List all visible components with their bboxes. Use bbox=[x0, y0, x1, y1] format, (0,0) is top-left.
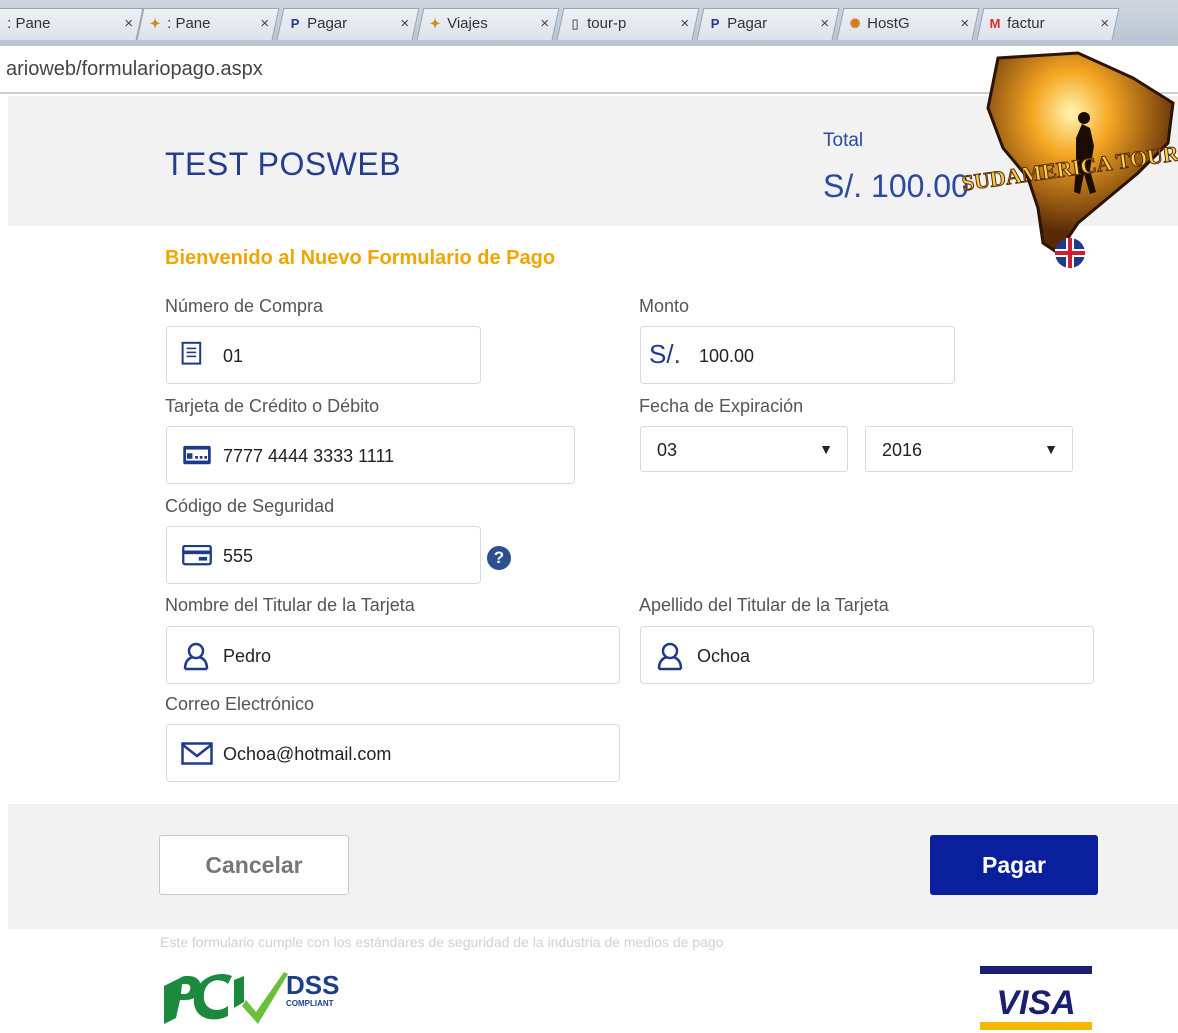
purchase-number-value: 01 bbox=[223, 346, 244, 366]
security-code-label: Código de Seguridad bbox=[165, 496, 335, 516]
tab-close-icon[interactable]: × bbox=[820, 15, 829, 32]
puzzle-icon: ✦ bbox=[429, 15, 441, 31]
tab-title: Pagar bbox=[727, 15, 768, 32]
tab-close-icon[interactable]: × bbox=[124, 15, 133, 32]
paypal-icon: P bbox=[290, 16, 300, 31]
total-value: S/. 100.00 bbox=[823, 168, 969, 204]
chevron-down-icon: ▼ bbox=[819, 441, 833, 457]
tab-title: : Pane bbox=[167, 15, 211, 32]
expiration-month-value: 03 bbox=[657, 440, 678, 460]
expiration-year-value: 2016 bbox=[882, 440, 923, 460]
welcome-heading: Bienvenido al Nuevo Formulario de Pago bbox=[165, 247, 556, 269]
card-number-value: 7777 4444 3333 1111 bbox=[223, 446, 395, 466]
puzzle-icon: ✦ bbox=[149, 15, 161, 31]
purchase-number-field[interactable]: 01 bbox=[166, 326, 481, 384]
browser-tab[interactable]: P Pagar × bbox=[276, 8, 420, 40]
help-icon[interactable]: ? bbox=[487, 546, 511, 570]
tab-close-icon[interactable]: × bbox=[400, 15, 409, 32]
user-icon bbox=[183, 642, 209, 671]
last-name-value: Ochoa bbox=[697, 646, 751, 666]
tab-close-icon[interactable]: × bbox=[1100, 15, 1109, 32]
uk-flag-icon[interactable] bbox=[1055, 238, 1085, 268]
email-label: Correo Electrónico bbox=[165, 694, 315, 714]
first-name-label: Nombre del Titular de la Tarjeta bbox=[165, 595, 415, 615]
card-cvv-icon bbox=[182, 545, 212, 566]
tab-title: tour-p bbox=[587, 15, 627, 32]
amount-value: 100.00 bbox=[699, 346, 755, 366]
panel-icon bbox=[0, 16, 3, 32]
envelope-icon bbox=[181, 742, 213, 765]
tab-close-icon[interactable]: × bbox=[680, 15, 689, 32]
document-list-icon bbox=[181, 341, 202, 365]
pci-dss-logo: DSS COMPLIANT bbox=[164, 970, 339, 1024]
expiration-month-select[interactable]: 03 ▼ bbox=[640, 426, 848, 472]
tab-close-icon[interactable]: × bbox=[260, 15, 269, 32]
tab-close-icon[interactable]: × bbox=[540, 15, 549, 32]
tab-title: Pagar bbox=[307, 15, 348, 32]
gmail-icon: M bbox=[989, 16, 1001, 31]
hostgator-icon: ✺ bbox=[849, 15, 861, 31]
browser-tab[interactable]: ✦ Viajes × bbox=[416, 8, 560, 40]
page-icon: ▯ bbox=[571, 15, 579, 31]
tab-title: Viajes bbox=[447, 15, 488, 32]
compliance-text: Este formulario cumple con los estándare… bbox=[160, 934, 724, 950]
last-name-field[interactable]: Ochoa bbox=[640, 626, 1094, 684]
browser-tab[interactable]: P Pagar × bbox=[696, 8, 840, 40]
email-value: Ochoa@hotmail.com bbox=[223, 744, 392, 764]
tab-close-icon[interactable]: × bbox=[960, 15, 969, 32]
chevron-down-icon: ▼ bbox=[1044, 441, 1058, 457]
last-name-label: Apellido del Titular de la Tarjeta bbox=[639, 595, 889, 615]
first-name-field[interactable]: Pedro bbox=[166, 626, 620, 684]
total-label: Total bbox=[823, 130, 864, 151]
browser-tab[interactable]: ✦ : Pane × bbox=[136, 8, 280, 40]
visa-logo: VISA bbox=[980, 966, 1092, 1030]
first-name-value: Pedro bbox=[223, 646, 272, 666]
tab-title: factur bbox=[1007, 15, 1045, 32]
card-number-field[interactable]: 7777 4444 3333 1111 bbox=[166, 426, 575, 484]
expiration-label: Fecha de Expiración bbox=[639, 396, 804, 416]
visa-text: VISA bbox=[996, 984, 1075, 1022]
currency-prefix: S/. bbox=[649, 339, 681, 369]
pay-button[interactable]: Pagar bbox=[930, 835, 1098, 895]
browser-tab[interactable]: : Pane × bbox=[0, 8, 144, 40]
pci-compliant-text: COMPLIANT bbox=[286, 999, 334, 1008]
user-icon bbox=[657, 642, 683, 671]
page-title: TEST POSWEB bbox=[165, 146, 402, 182]
amount-label: Monto bbox=[639, 296, 690, 316]
tab-title: HostG bbox=[867, 15, 910, 32]
credit-card-icon bbox=[183, 445, 211, 465]
tab-title: : Pane bbox=[7, 15, 51, 32]
email-field[interactable]: Ochoa@hotmail.com bbox=[166, 724, 620, 782]
browser-tab-strip: : Pane × ✦ : Pane × P Pagar × ✦ Viajes × ▯ tour-… bbox=[0, 0, 1178, 46]
browser-tab[interactable]: ✺ HostG × bbox=[836, 8, 980, 40]
pci-dss-text: DSS bbox=[286, 970, 339, 1000]
amount-field[interactable]: S/. 100.00 bbox=[640, 326, 955, 384]
card-number-label: Tarjeta de Crédito o Débito bbox=[165, 396, 380, 416]
security-code-field[interactable]: 555 bbox=[166, 526, 481, 584]
expiration-year-select[interactable]: 2016 ▼ bbox=[865, 426, 1073, 472]
paypal-icon: P bbox=[710, 16, 720, 31]
sudamerica-tour-logo: SUDAMERICA TOUR bbox=[960, 51, 1178, 268]
security-code-value: 555 bbox=[223, 546, 254, 566]
purchase-number-label: Número de Compra bbox=[165, 296, 324, 316]
browser-tab[interactable]: Mfactur × bbox=[976, 8, 1120, 40]
url-text[interactable]: arioweb/formulariopago.aspx bbox=[6, 58, 263, 81]
cancel-button[interactable]: Cancelar bbox=[159, 835, 349, 895]
browser-tab[interactable]: ▯ tour-p × bbox=[556, 8, 700, 40]
